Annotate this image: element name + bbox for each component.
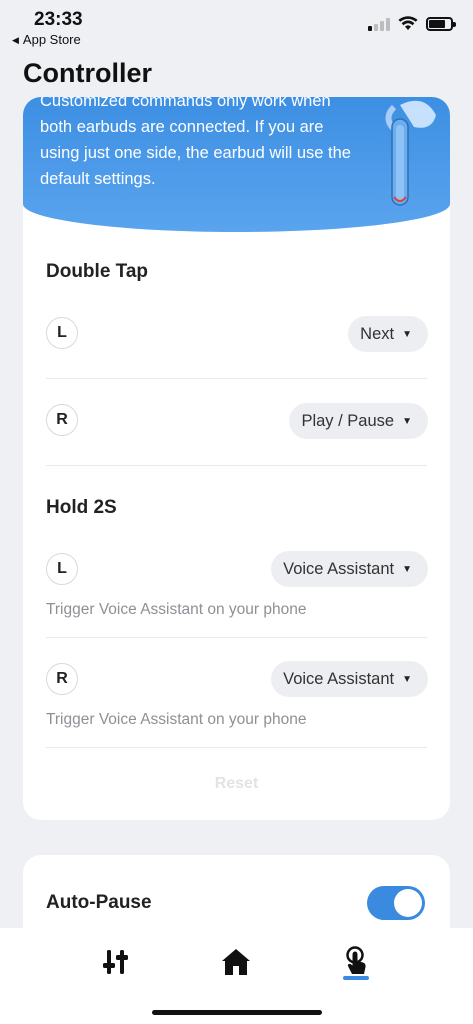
hold-right-hint: Trigger Voice Assistant on your phone: [46, 711, 307, 728]
hold-title: Hold 2S: [46, 497, 117, 518]
toggle-knob: [394, 889, 422, 917]
active-tab-indicator: [343, 976, 369, 980]
home-icon: [222, 949, 250, 975]
caret-down-icon: ▼: [402, 328, 412, 340]
status-icons: [368, 16, 456, 31]
tab-equalizer[interactable]: [96, 942, 136, 982]
reset-button[interactable]: Reset: [23, 775, 450, 793]
cellular-signal-icon: [368, 17, 390, 31]
tab-home[interactable]: [216, 942, 256, 982]
double-tap-right-badge: R: [46, 404, 78, 436]
controller-card: Customized commands only work when both …: [23, 97, 450, 820]
hold-left-value: Voice Assistant: [283, 559, 395, 578]
hold-right-value: Voice Assistant: [283, 669, 395, 688]
status-bar: 23:33 ◀ App Store: [0, 0, 473, 50]
caret-down-icon: ▼: [402, 673, 412, 685]
equalizer-sliders-icon: [103, 950, 128, 974]
caret-down-icon: ▼: [402, 563, 412, 575]
touch-control-icon: [346, 946, 366, 974]
divider: [46, 378, 427, 379]
divider: [46, 747, 427, 748]
page-title: Controller: [23, 58, 153, 88]
info-banner: Customized commands only work when both …: [23, 97, 450, 232]
status-time: 23:33: [34, 9, 83, 30]
hold-left-hint: Trigger Voice Assistant on your phone: [46, 601, 307, 618]
banner-text: Customized commands only work when both …: [40, 97, 351, 188]
back-to-app-store-link[interactable]: ◀ App Store: [12, 32, 81, 47]
wifi-icon: [398, 16, 418, 30]
caret-down-icon: ▼: [402, 415, 412, 427]
back-app-label: App Store: [22, 32, 81, 47]
double-tap-left-select[interactable]: Next ▼: [348, 316, 428, 352]
double-tap-left-value: Next: [360, 324, 395, 343]
auto-pause-toggle[interactable]: [367, 886, 425, 920]
hold-left-select[interactable]: Voice Assistant ▼: [271, 551, 428, 587]
double-tap-right-value: Play / Pause: [301, 411, 395, 430]
battery-icon: [426, 16, 456, 31]
double-tap-right-select[interactable]: Play / Pause ▼: [289, 403, 428, 439]
divider: [46, 637, 427, 638]
earbud-illustration-icon: [385, 100, 436, 206]
hold-right-badge: R: [46, 663, 78, 695]
divider: [46, 465, 427, 466]
auto-pause-label: Auto-Pause: [46, 892, 152, 913]
hold-right-select[interactable]: Voice Assistant ▼: [271, 661, 428, 697]
double-tap-left-badge: L: [46, 317, 78, 349]
double-tap-title: Double Tap: [46, 261, 149, 282]
back-arrow-icon: ◀: [12, 35, 19, 45]
hold-left-badge: L: [46, 553, 78, 585]
home-indicator: [152, 1010, 322, 1015]
